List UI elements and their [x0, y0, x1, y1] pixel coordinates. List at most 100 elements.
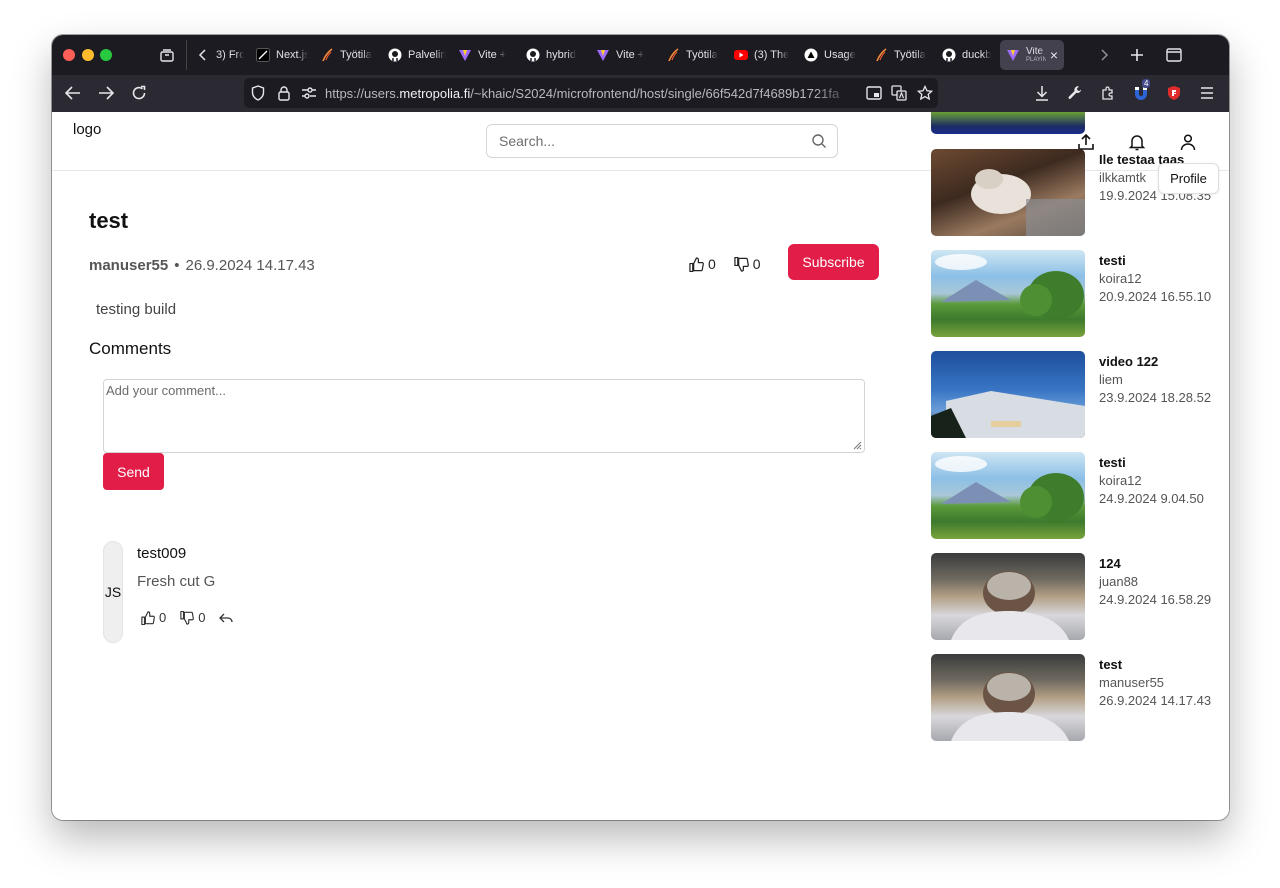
- minimize-window-button[interactable]: [82, 49, 94, 61]
- thumbnail-image: [971, 169, 1085, 236]
- profile-tooltip: Profile: [1158, 163, 1219, 194]
- video-author[interactable]: manuser55: [89, 257, 168, 274]
- url-bar[interactable]: https://users.metropolia.fi/~khaic/S2024…: [244, 78, 938, 108]
- subscribe-button[interactable]: Subscribe: [788, 244, 879, 280]
- video-card-date: 23.9.2024 18.28.52: [1099, 390, 1212, 405]
- comment-like-button[interactable]: 0: [141, 610, 166, 625]
- url-domain: metropolia.fi: [399, 86, 471, 101]
- thumbnail-image: [935, 456, 1084, 521]
- video-card-title[interactable]: testi: [1099, 252, 1211, 270]
- back-icon[interactable]: [63, 83, 83, 103]
- video-card[interactable]: 124 juan88 24.9.2024 16.58.29: [931, 553, 1229, 640]
- video-card-title[interactable]: testi: [1099, 454, 1204, 472]
- chevron-right-icon[interactable]: [1094, 45, 1114, 65]
- menu-icon[interactable]: [1197, 83, 1217, 103]
- triangle-icon: [804, 48, 818, 62]
- github-icon: [942, 48, 956, 62]
- video-card-date: 24.9.2024 16.58.29: [1099, 592, 1212, 607]
- video-thumbnail[interactable]: [931, 654, 1085, 741]
- extensions-icon[interactable]: [1098, 83, 1118, 103]
- browser-window: 3) Fro Next.js Työtila Palvelin Vite + h…: [52, 35, 1229, 820]
- url-text[interactable]: https://users.metropolia.fi/~khaic/S2024…: [325, 86, 855, 101]
- video-thumbnail[interactable]: [931, 452, 1085, 539]
- wrench-icon[interactable]: [1065, 83, 1085, 103]
- dislike-button[interactable]: 0: [734, 256, 761, 272]
- comment-dislike-button[interactable]: 0: [180, 610, 205, 625]
- tab-item[interactable]: Next.js: [250, 40, 314, 70]
- new-tab-icon[interactable]: [1127, 45, 1147, 65]
- magnet-extension-icon[interactable]: 4: [1131, 79, 1151, 103]
- video-card[interactable]: video 122 liem 23.9.2024 18.28.52: [931, 351, 1229, 438]
- tab-item[interactable]: Vite +: [452, 40, 520, 70]
- avatar[interactable]: JS: [103, 541, 123, 643]
- video-thumbnail[interactable]: [931, 149, 1085, 236]
- tab-active[interactable]: Vite PLAYING ×: [1000, 40, 1064, 70]
- video-card-title[interactable]: video 122: [1099, 353, 1211, 371]
- lock-icon[interactable]: [274, 83, 294, 103]
- comment-actions: 0 0: [141, 610, 251, 625]
- comment-dislike-count: 0: [198, 610, 206, 625]
- pen-icon: [874, 48, 888, 62]
- video-reactions: 0 0: [689, 256, 779, 272]
- tab-item[interactable]: Työtila: [868, 40, 936, 70]
- video-card[interactable]: [931, 112, 1229, 134]
- video-card-user: koira12: [1099, 271, 1142, 286]
- tab-item[interactable]: Vite +: [590, 40, 660, 70]
- comment-text: Fresh cut G: [137, 573, 216, 590]
- pen-icon: [320, 48, 334, 62]
- tab-item[interactable]: hybrid: [520, 40, 590, 70]
- video-meta: manuser55 • 26.9.2024 14.17.43: [89, 257, 315, 274]
- window-icon[interactable]: [1164, 45, 1184, 65]
- nextjs-icon: [256, 48, 270, 62]
- tab-item[interactable]: duckb: [936, 40, 1000, 70]
- permissions-icon[interactable]: [299, 83, 319, 103]
- video-thumbnail[interactable]: [931, 112, 1085, 134]
- video-thumbnail[interactable]: [931, 351, 1085, 438]
- send-comment-button[interactable]: Send: [103, 453, 164, 490]
- like-count: 0: [708, 256, 716, 272]
- maximize-window-button[interactable]: [100, 49, 112, 61]
- vite-icon: [596, 48, 610, 62]
- tab-item[interactable]: Työtila: [314, 40, 382, 70]
- video-card-user: liem: [1099, 372, 1123, 387]
- close-window-button[interactable]: [63, 49, 75, 61]
- video-card[interactable]: test manuser55 26.9.2024 14.17.43: [931, 654, 1229, 741]
- shield-icon[interactable]: [248, 83, 268, 103]
- video-title: test: [89, 208, 129, 233]
- reply-button[interactable]: [219, 612, 237, 624]
- search-input[interactable]: [487, 125, 787, 157]
- video-thumbnail[interactable]: [931, 553, 1085, 640]
- comment-username[interactable]: test009: [137, 545, 186, 562]
- url-prefix: https://users.: [325, 86, 400, 101]
- video-card-date: 26.9.2024 14.17.43: [1099, 693, 1212, 708]
- video-info: test manuser55 26.9.2024 14.17.43: [1099, 656, 1211, 710]
- tab-item[interactable]: Usage: [798, 40, 868, 70]
- tab-strip: 3) Fro Next.js Työtila Palvelin Vite + h…: [190, 40, 1064, 70]
- video-card[interactable]: testi koira12 20.9.2024 16.55.10: [931, 250, 1229, 337]
- reload-icon[interactable]: [129, 83, 149, 103]
- video-card[interactable]: testi koira12 24.9.2024 9.04.50: [931, 452, 1229, 539]
- tab-item[interactable]: 3) Fro: [190, 40, 250, 70]
- like-button[interactable]: 0: [689, 256, 716, 272]
- tab-item[interactable]: (3) The: [728, 40, 798, 70]
- tab-item[interactable]: Palvelin: [382, 40, 452, 70]
- download-icon[interactable]: [1032, 83, 1052, 103]
- tab-groups-icon[interactable]: [157, 45, 177, 65]
- close-tab-icon[interactable]: ×: [1050, 47, 1058, 63]
- comment-like-count: 0: [159, 610, 167, 625]
- bookmark-star-icon[interactable]: [915, 83, 935, 103]
- search-box[interactable]: [486, 124, 838, 158]
- forward-icon[interactable]: [96, 83, 116, 103]
- video-card-title[interactable]: 124: [1099, 555, 1211, 573]
- video-card-title[interactable]: test: [1099, 656, 1211, 674]
- picture-in-picture-icon[interactable]: [864, 83, 884, 103]
- shield-extension-icon[interactable]: [1164, 83, 1184, 103]
- tab-item[interactable]: Työtila: [660, 40, 728, 70]
- translate-icon[interactable]: [889, 83, 909, 103]
- comment-input-box[interactable]: [103, 379, 865, 453]
- comment-input[interactable]: [104, 380, 864, 452]
- search-icon[interactable]: [811, 133, 827, 154]
- video-thumbnail[interactable]: [931, 250, 1085, 337]
- logo[interactable]: logo: [73, 121, 101, 138]
- resize-grip-icon[interactable]: [852, 440, 862, 450]
